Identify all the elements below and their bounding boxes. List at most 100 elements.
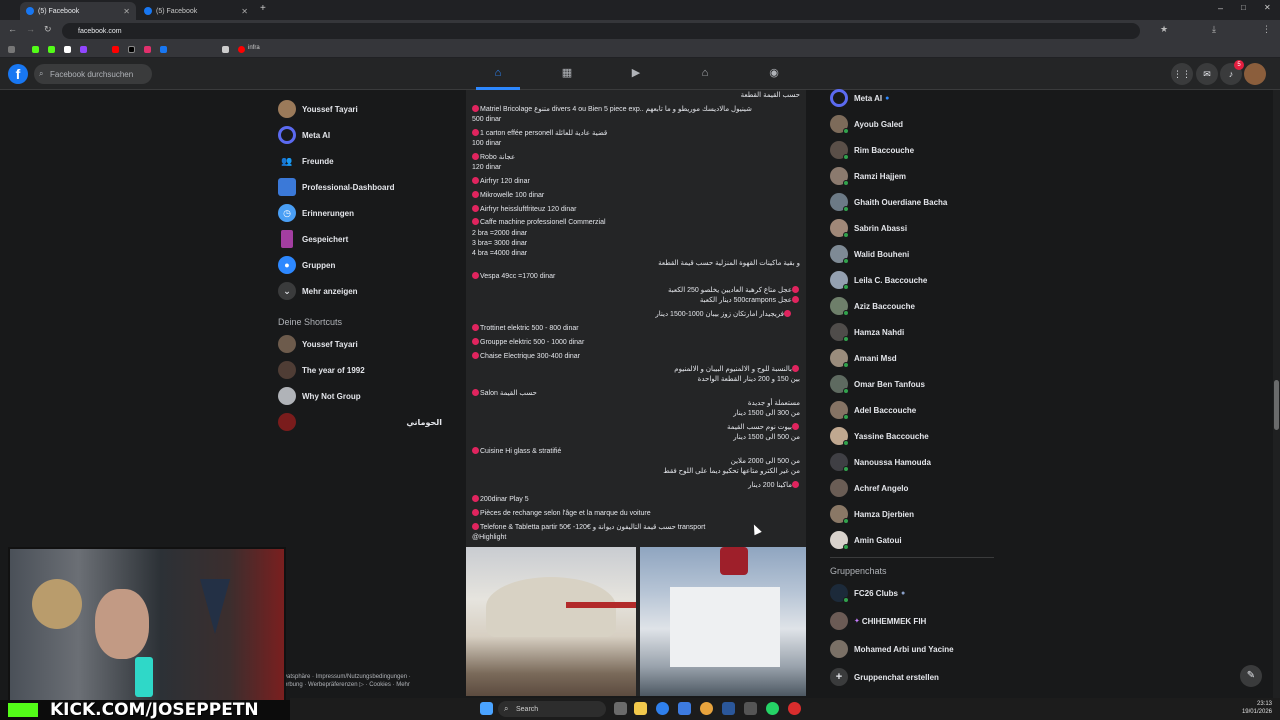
avatar bbox=[830, 427, 849, 446]
obs-icon[interactable] bbox=[788, 702, 801, 715]
messenger-icon[interactable]: ✉ bbox=[1196, 63, 1218, 85]
contact-item[interactable]: Ayoub Galed bbox=[830, 114, 903, 134]
contact-item[interactable]: Adel Baccouche bbox=[830, 400, 916, 420]
contact-item[interactable]: Nanoussa Hamouda bbox=[830, 452, 931, 472]
online-indicator bbox=[843, 284, 849, 290]
profile-avatar[interactable] bbox=[1244, 63, 1266, 85]
system-clock[interactable]: 23:13 19/01/2026 bbox=[1236, 700, 1272, 716]
notifications-icon[interactable]: ♪ 5 bbox=[1220, 60, 1244, 85]
footer-links[interactable]: vatsphäre · Impressum/Nutzungsbedingunge… bbox=[284, 673, 454, 689]
back-icon[interactable]: ← bbox=[8, 24, 17, 34]
contact-item[interactable]: Ghaith Ouerdiane Bacha bbox=[830, 192, 947, 212]
browser-tab-2[interactable]: (5) Facebook ✕ bbox=[138, 2, 254, 20]
contact-item[interactable]: Hamza Nahdi bbox=[830, 322, 904, 342]
contact-item[interactable]: Walid Bouheni bbox=[830, 244, 909, 264]
sidebar-item-friends[interactable]: 👥 Freunde bbox=[278, 151, 333, 171]
sidebar-item-profile[interactable]: Youssef Tayari bbox=[278, 99, 358, 119]
home-icon[interactable]: ⌂ bbox=[491, 66, 505, 80]
contact-item[interactable]: Amin Gatoui bbox=[830, 530, 902, 550]
sidebar-item-see-more[interactable]: ⌄ Mehr anzeigen bbox=[278, 281, 358, 301]
shortcut-item[interactable]: The year of 1992 bbox=[278, 360, 365, 380]
shortcut-item[interactable]: Why Not Group bbox=[278, 386, 361, 406]
bookmark-youtube-icon[interactable] bbox=[112, 46, 119, 53]
marketplace-icon[interactable]: ⌂ bbox=[698, 66, 712, 80]
edge-icon[interactable] bbox=[656, 702, 669, 715]
bookmark-d-icon[interactable] bbox=[48, 46, 55, 53]
online-indicator bbox=[843, 336, 849, 342]
taskbar-search[interactable]: ⌕ Search bbox=[498, 701, 606, 717]
maximize-icon[interactable]: □ bbox=[1241, 3, 1246, 12]
highlight-mention[interactable]: @Highlight bbox=[472, 533, 506, 542]
browser-tab-1[interactable]: (5) Facebook ✕ bbox=[20, 2, 136, 20]
shortcut-item[interactable]: الحوماني bbox=[278, 412, 442, 432]
forward-icon[interactable]: → bbox=[26, 24, 35, 34]
scrollbar-thumb[interactable] bbox=[1274, 380, 1279, 430]
new-tab-icon[interactable]: + bbox=[260, 3, 266, 14]
bookmark-icon[interactable] bbox=[64, 46, 71, 53]
sidebar-item-professional-dashboard[interactable]: Professional-Dashboard bbox=[278, 177, 394, 197]
menu-icon[interactable]: ⋮ bbox=[1262, 24, 1271, 35]
red-circle-emoji-icon bbox=[472, 177, 479, 184]
windows-start-icon[interactable] bbox=[480, 702, 493, 715]
gaming-icon[interactable]: ◉ bbox=[767, 66, 781, 80]
sidebar-item-groups[interactable]: ● Gruppen bbox=[278, 255, 335, 275]
bookmark-youtube-icon[interactable] bbox=[238, 46, 245, 53]
watch-icon[interactable]: ▶ bbox=[629, 66, 643, 80]
post-text-line: 3 bra= 3000 dinar bbox=[472, 240, 528, 247]
contact-item[interactable]: Omar Ben Tanfous bbox=[830, 374, 925, 394]
bookmark-twitch-icon[interactable] bbox=[80, 46, 87, 53]
contact-item[interactable]: Rim Baccouche bbox=[830, 140, 914, 160]
shortcut-item[interactable]: Youssef Tayari bbox=[278, 334, 358, 354]
new-message-icon[interactable]: ✎ bbox=[1240, 665, 1262, 687]
contact-item[interactable]: Ramzi Hajjem bbox=[830, 166, 906, 186]
group-chat-item[interactable]: ✦ CHIHEMMEK FIH bbox=[830, 611, 926, 631]
apps-icon[interactable] bbox=[8, 46, 15, 53]
contact-item[interactable]: Achref Angelo bbox=[830, 478, 908, 498]
chrome-icon[interactable] bbox=[700, 702, 713, 715]
contact-item[interactable]: Leila C. Baccouche bbox=[830, 270, 927, 290]
store-icon[interactable] bbox=[678, 702, 691, 715]
facebook-logo[interactable]: f bbox=[8, 64, 28, 84]
close-tab-icon[interactable]: ✕ bbox=[123, 7, 130, 16]
bookmark-instagram-icon[interactable] bbox=[144, 46, 151, 53]
file-explorer-icon[interactable] bbox=[634, 702, 647, 715]
app-icon[interactable] bbox=[744, 702, 757, 715]
download-icon[interactable]: ⤓ bbox=[1212, 24, 1216, 35]
meta-ai-icon bbox=[278, 126, 296, 144]
bookmark-tiktok-icon[interactable] bbox=[128, 46, 135, 53]
search-input[interactable]: ⌕ Facebook durchsuchen bbox=[34, 64, 152, 84]
minimize-icon[interactable]: – bbox=[1218, 3, 1223, 13]
post-text-line: Salon حسب القيمة bbox=[472, 389, 537, 398]
task-view-icon[interactable] bbox=[614, 702, 627, 715]
contact-item[interactable]: Aziz Baccouche bbox=[830, 296, 915, 316]
url-input[interactable]: facebook.com bbox=[62, 23, 1140, 39]
sidebar-item-saved[interactable]: Gespeichert bbox=[278, 229, 348, 249]
close-window-icon[interactable]: ✕ bbox=[1264, 3, 1271, 12]
group-chat-item[interactable]: Mohamed Arbi und Yacine bbox=[830, 639, 954, 659]
bookmark-label[interactable]: infra bbox=[248, 45, 260, 51]
post-photo-ferry-front[interactable] bbox=[640, 547, 806, 696]
contact-item[interactable]: Amani Msd bbox=[830, 348, 897, 368]
whatsapp-icon[interactable] bbox=[766, 702, 779, 715]
bookmark-kick-icon[interactable] bbox=[32, 46, 39, 53]
menu-grid-icon[interactable]: ⋮⋮ bbox=[1171, 63, 1193, 85]
contact-item[interactable]: Sabrin Abassi bbox=[830, 218, 907, 238]
app-icon[interactable] bbox=[722, 702, 735, 715]
bookmark-icon[interactable] bbox=[222, 46, 229, 53]
close-tab-icon[interactable]: ✕ bbox=[241, 7, 248, 16]
avatar bbox=[278, 361, 296, 379]
reload-icon[interactable]: ↻ bbox=[44, 24, 52, 35]
online-indicator bbox=[843, 180, 849, 186]
bookmark-facebook-icon[interactable] bbox=[160, 46, 167, 53]
contact-meta-ai[interactable]: Meta AI ● bbox=[830, 88, 889, 108]
post-text-line: 4 bra =4000 dinar bbox=[472, 250, 528, 257]
bookmark-star-icon[interactable]: ★ bbox=[1160, 24, 1168, 35]
sidebar-item-memories[interactable]: ◷ Erinnerungen bbox=[278, 203, 354, 223]
group-chat-item[interactable]: FC26 Clubs ● bbox=[830, 583, 905, 603]
post-photo-ferry-deck[interactable] bbox=[466, 547, 636, 696]
create-group-chat-button[interactable]: + Gruppenchat erstellen bbox=[830, 667, 939, 687]
contact-item[interactable]: Hamza Djerbien bbox=[830, 504, 914, 524]
sidebar-item-meta-ai[interactable]: Meta AI bbox=[278, 125, 330, 145]
video-feed-icon[interactable]: ▦ bbox=[560, 66, 574, 80]
contact-item[interactable]: Yassine Baccouche bbox=[830, 426, 929, 446]
